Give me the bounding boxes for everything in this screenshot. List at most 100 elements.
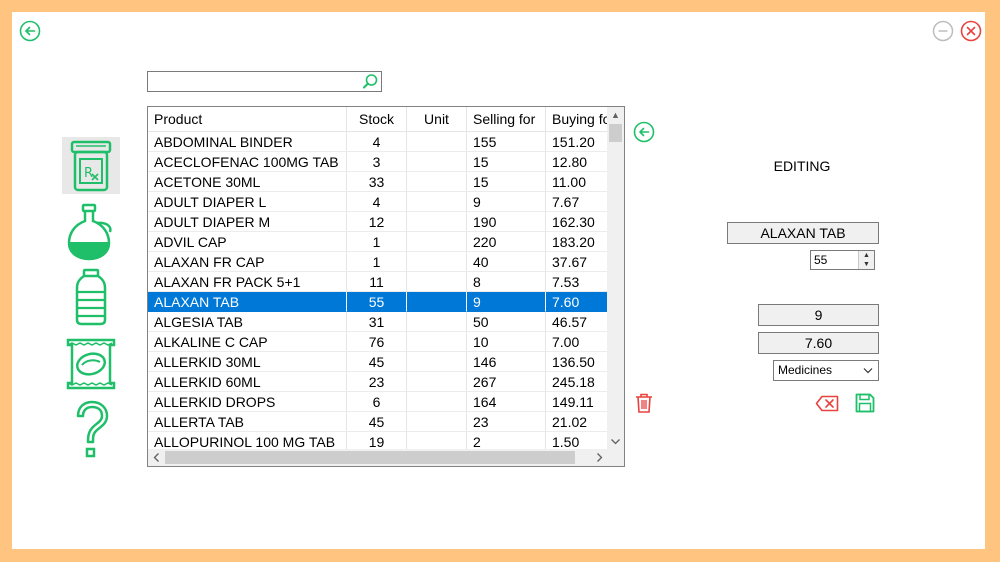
cell-buying[interactable]: 162.30 [546,212,608,232]
cell-product[interactable]: ACETONE 30ML [148,172,347,192]
cell-selling[interactable]: 146 [467,352,546,372]
cell-buying[interactable]: 37.67 [546,252,608,272]
cell-buying[interactable]: 12.80 [546,152,608,172]
cell-stock[interactable]: 4 [347,192,407,212]
cell-unit[interactable] [407,352,467,372]
editing-back-icon[interactable] [633,121,655,143]
cell-buying[interactable]: 7.67 [546,192,608,212]
cell-unit[interactable] [407,232,467,252]
cell-product[interactable]: ABDOMINAL BINDER [148,132,347,152]
table-row[interactable]: ALAXAN FR CAP 1 40 37.67 [148,252,608,272]
cell-product[interactable]: ALGESIA TAB [148,312,347,332]
cell-stock[interactable]: 6 [347,392,407,412]
cell-unit[interactable] [407,212,467,232]
horizontal-scrollbar[interactable] [148,449,608,466]
cell-stock[interactable]: 76 [347,332,407,352]
cell-product[interactable]: ALAXAN FR PACK 5+1 [148,272,347,292]
cell-product[interactable]: ADVIL CAP [148,232,347,252]
table-row[interactable]: ACETONE 30ML 33 15 11.00 [148,172,608,192]
cell-product[interactable]: ALLERTA TAB [148,412,347,432]
stock-stepper[interactable]: 55 ▲ ▼ [810,250,875,270]
cell-stock[interactable]: 11 [347,272,407,292]
buying-price-field[interactable]: 7.60 [758,332,879,354]
cell-selling[interactable]: 50 [467,312,546,332]
cell-selling[interactable]: 267 [467,372,546,392]
cell-unit[interactable] [407,392,467,412]
cell-product[interactable]: ALAXAN TAB [148,292,347,312]
column-header-buying[interactable]: Buying fo [546,107,608,131]
cell-stock[interactable]: 4 [347,132,407,152]
stepper-up-icon[interactable]: ▲ [859,251,874,260]
back-arrow-icon[interactable] [19,20,41,42]
table-row[interactable]: ACECLOFENAC 100MG TAB 3 15 12.80 [148,152,608,172]
minimize-icon[interactable] [932,20,954,42]
scroll-left-icon[interactable] [148,449,165,466]
cell-buying[interactable]: 11.00 [546,172,608,192]
trash-icon[interactable] [634,392,654,414]
category-select[interactable]: Medicines [773,360,879,381]
scroll-down-icon[interactable] [607,433,624,450]
column-header-unit[interactable]: Unit [407,107,467,131]
cell-unit[interactable] [407,332,467,352]
cell-selling[interactable]: 9 [467,292,546,312]
cell-buying[interactable]: 46.57 [546,312,608,332]
cell-stock[interactable]: 45 [347,412,407,432]
cell-selling[interactable]: 190 [467,212,546,232]
cell-unit[interactable] [407,152,467,172]
cell-buying[interactable]: 7.00 [546,332,608,352]
cell-product[interactable]: ALLERKID 60ML [148,372,347,392]
table-row[interactable]: ALAXAN FR PACK 5+1 11 8 7.53 [148,272,608,292]
cell-buying[interactable]: 21.02 [546,412,608,432]
cell-product[interactable]: ADULT DIAPER M [148,212,347,232]
cell-selling[interactable]: 10 [467,332,546,352]
cell-buying[interactable]: 7.60 [546,292,608,312]
stepper-down-icon[interactable]: ▼ [859,260,874,269]
cell-stock[interactable]: 33 [347,172,407,192]
cell-unit[interactable] [407,412,467,432]
table-row[interactable]: ALGESIA TAB 31 50 46.57 [148,312,608,332]
cell-unit[interactable] [407,372,467,392]
vertical-scroll-thumb[interactable] [609,124,622,142]
horizontal-scroll-thumb[interactable] [165,451,575,464]
cell-buying[interactable]: 7.53 [546,272,608,292]
save-icon[interactable] [855,393,875,413]
search-input[interactable] [151,73,361,90]
cell-stock[interactable]: 1 [347,232,407,252]
table-row[interactable]: ABDOMINAL BINDER 4 155 151.20 [148,132,608,152]
cell-buying[interactable]: 149.11 [546,392,608,412]
cell-buying[interactable]: 183.20 [546,232,608,252]
cell-selling[interactable]: 220 [467,232,546,252]
cell-buying[interactable]: 245.18 [546,372,608,392]
table-row[interactable]: ADVIL CAP 1 220 183.20 [148,232,608,252]
cell-product[interactable]: ACECLOFENAC 100MG TAB [148,152,347,172]
table-row[interactable]: ALLERTA TAB 45 23 21.02 [148,412,608,432]
cell-stock[interactable]: 1 [347,252,407,272]
cell-selling[interactable]: 15 [467,172,546,192]
cell-unit[interactable] [407,132,467,152]
close-icon[interactable] [960,20,982,42]
cell-selling[interactable]: 23 [467,412,546,432]
sidebar-item-liquids[interactable] [66,202,118,267]
cell-buying[interactable]: 151.20 [546,132,608,152]
cell-selling[interactable]: 40 [467,252,546,272]
cell-unit[interactable] [407,312,467,332]
cell-unit[interactable] [407,192,467,212]
clear-icon[interactable] [815,395,839,412]
cell-unit[interactable] [407,272,467,292]
search-icon[interactable] [362,73,379,95]
table-row[interactable]: ADULT DIAPER L 4 9 7.67 [148,192,608,212]
cell-selling[interactable]: 155 [467,132,546,152]
cell-unit[interactable] [407,292,467,312]
cell-buying[interactable]: 136.50 [546,352,608,372]
cell-unit[interactable] [407,172,467,192]
cell-stock[interactable]: 12 [347,212,407,232]
sidebar-item-bottled-water[interactable] [72,268,112,331]
cell-stock[interactable]: 3 [347,152,407,172]
table-row[interactable]: ALLERKID 30ML 45 146 136.50 [148,352,608,372]
table-row[interactable]: ALLERKID DROPS 6 164 149.11 [148,392,608,412]
scroll-up-icon[interactable]: ▲ [607,107,624,124]
selling-price-field[interactable]: 9 [758,304,879,326]
table-row[interactable]: ALAXAN TAB 55 9 7.60 [148,292,608,312]
cell-product[interactable]: ALAXAN FR CAP [148,252,347,272]
sidebar-item-snacks[interactable] [64,335,118,398]
